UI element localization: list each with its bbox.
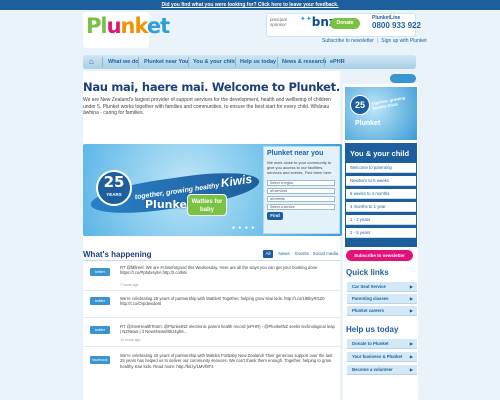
feed-item-text[interactable]: RT @SmsHealthTeam: @PlunketNZ electronic… [120, 324, 335, 335]
feed-item-text[interactable]: We're celebrating 25 years of partnershi… [120, 296, 335, 307]
sponsor-label: principal sponsor [270, 17, 287, 27]
find-button[interactable]: Find [267, 212, 283, 220]
logo-part: u [106, 14, 122, 38]
subscribe-newsletter-button[interactable]: Subscribe to newsletter [346, 250, 413, 261]
help-volunteer[interactable]: Become a volunteer ▶ [347, 365, 417, 375]
help-donate[interactable]: Donate to Plunket ▶ [347, 339, 417, 349]
nav-news-research[interactable]: News & research [282, 59, 326, 65]
divider: | [376, 38, 379, 44]
child-link-newborn[interactable]: Newborn to 6 weeks [346, 176, 416, 186]
quick-link-parenting[interactable]: Parenting classes ▶ [347, 294, 417, 304]
search-input[interactable] [390, 74, 416, 83]
help-business[interactable]: Your business & Plunket ▶ [347, 352, 417, 362]
subscribe-link[interactable]: Subscribe to newsletter [322, 38, 374, 44]
filter-all[interactable]: All [263, 250, 273, 258]
header-links: Subscribe to newsletter | Sign up with Plu… [322, 38, 427, 44]
services-select[interactable]: all services [267, 188, 335, 194]
feed-divider [83, 290, 340, 291]
nav-divider [138, 57, 139, 67]
quick-links-title: Quick links [346, 268, 389, 277]
help-us-title: Help us today [346, 325, 399, 334]
filter-news[interactable]: News [277, 250, 291, 258]
filter-social-media[interactable]: Social media [312, 250, 339, 258]
events-select[interactable]: all events [267, 196, 335, 202]
child-link-welcome[interactable]: Welcome to parenting [346, 163, 416, 173]
feed-item-text[interactable]: We're celebrating 25 years of partnershi… [120, 353, 335, 398]
region-select[interactable]: Select a region [267, 180, 335, 186]
logo-part: nk [120, 14, 148, 38]
near-you-text: We work close to your community to give … [267, 160, 332, 175]
phone-number[interactable]: 0800 933 922 [372, 21, 421, 30]
feed-item-text[interactable]: RT @Mfireel: We are #closeforgood this W… [120, 265, 335, 281]
nav-what-we-do[interactable]: What we do [108, 59, 139, 65]
child-link-4m-1y[interactable]: 4 months to 1 year [346, 202, 416, 212]
near-you-title: Plunket near you [267, 150, 324, 157]
child-link-2-5y[interactable]: 2 - 5 years [346, 228, 416, 238]
filter-events[interactable]: Events [294, 250, 310, 258]
child-link-1-2y[interactable]: 1 - 2 years [346, 215, 416, 225]
arrow-icon: ▶ [409, 367, 413, 372]
badge-years: YEARS [106, 192, 122, 197]
badge-number: 25 [103, 173, 125, 191]
logo-part: et [146, 14, 170, 38]
twitter-icon: twitter [90, 268, 110, 276]
arrow-icon: ▶ [409, 308, 413, 313]
help-label: Become a volunteer [352, 367, 393, 372]
twitter-icon: twitter [90, 297, 110, 305]
feed-divider [83, 346, 340, 347]
nav-help-us-today[interactable]: Help us today [240, 59, 276, 65]
nav-divider [277, 57, 278, 67]
feedback-link[interactable]: Did you find what you were looking for? … [162, 2, 339, 8]
whats-happening-title: What's happening [83, 250, 152, 259]
plunket-logo[interactable]: Plunket [86, 14, 170, 38]
section-divider [83, 260, 340, 261]
child-link-6w-4m[interactable]: 6 weeks to 4 months [346, 189, 416, 199]
feedback-bar[interactable]: Did you find what you were looking for? … [0, 0, 500, 10]
help-label: Your business & Plunket [352, 354, 403, 359]
help-label: Donate to Plunket [352, 341, 389, 346]
nav-divider [324, 57, 325, 67]
arrow-icon: ▶ [409, 296, 413, 301]
arrow-icon: ▶ [409, 341, 413, 346]
stars-icon: ✦✦ [300, 15, 312, 23]
nav-divider [102, 57, 103, 67]
watties-logo: Watties for baby [187, 194, 227, 216]
arrow-icon: ▶ [409, 284, 413, 289]
nav-plunket-near-you[interactable]: Plunket near You [144, 59, 188, 65]
quick-link-label: Parenting classes [352, 296, 389, 301]
feed-divider [83, 317, 340, 318]
quick-link-label: Plunket careers [352, 308, 385, 313]
nav-divider [235, 57, 236, 67]
quick-link-label: Car Seat Service [352, 284, 386, 289]
page-title: Nau mai, haere mai. Welcome to Plunket. [83, 80, 340, 94]
quick-link-car-seat[interactable]: Car Seat Service ▶ [347, 282, 417, 292]
twitter-icon: twitter [90, 326, 110, 334]
quick-link-careers[interactable]: Plunket careers ▶ [347, 306, 417, 316]
carousel-dots[interactable]: ● ● ● ● [232, 225, 255, 231]
your-child-title: You & your child [350, 149, 410, 158]
donate-button[interactable]: Donate [330, 18, 360, 29]
feed-item-time: 10 hours ago [120, 338, 141, 342]
feed-item-time: 7 hours ago [120, 283, 139, 287]
nav-you-and-your-child[interactable]: You & your child [193, 59, 236, 65]
intro-text: We are New Zealand's largest provider of… [83, 97, 331, 116]
service-select[interactable]: Select a service [267, 204, 335, 210]
promo-brand: Plunket [355, 120, 381, 127]
facebook-icon: facebook [90, 356, 110, 364]
promo-badge: 25 [350, 95, 370, 115]
hero-brand: Plunket [145, 198, 193, 211]
nav-divider [188, 57, 189, 67]
arrow-icon: ▶ [409, 354, 413, 359]
home-icon[interactable]: ⌂ [89, 57, 94, 66]
nav-ephr[interactable]: ePHR [330, 59, 345, 65]
signup-link[interactable]: Sign up with Plunket [381, 38, 426, 44]
anniversary-badge: 25 YEARS [96, 170, 132, 206]
logo-part: Pl [86, 14, 108, 38]
